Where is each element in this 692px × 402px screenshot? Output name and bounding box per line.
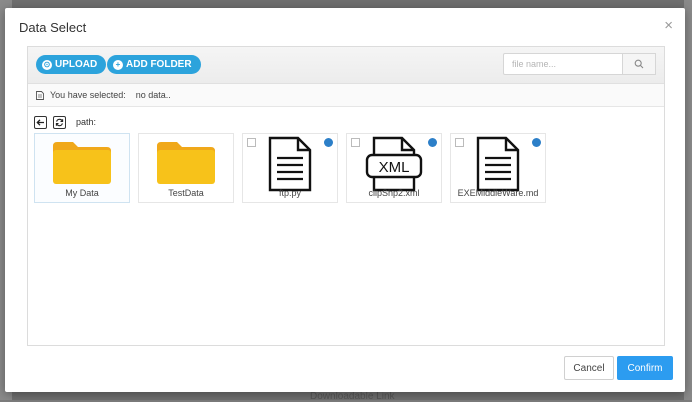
arrow-left-icon [36,118,44,126]
path-bar: path: [34,114,96,130]
plus-circle-icon: + [113,59,123,70]
cancel-button[interactable]: Cancel [564,356,614,380]
file-tile[interactable]: EXEMiddleWare.md [450,133,546,203]
background-right-panel [684,0,692,400]
tile-name: TestData [168,188,204,198]
tile-name: ftp.py [278,188,301,198]
background-link-text: Downloadable Link [310,391,395,402]
path-label: path: [76,117,97,127]
folder-icon [53,142,111,184]
upload-icon: ⊙ [42,59,52,70]
document-icon [36,90,44,100]
document-icon [476,136,520,192]
refresh-icon [55,118,64,126]
tile-name: My Data [65,188,99,198]
folder-tile[interactable]: My Data [34,133,130,203]
add-folder-button-label: ADD FOLDER [126,59,192,70]
search-icon [634,59,644,69]
file-browser-panel: ⊙ UPLOAD + ADD FOLDER file name... You h… [27,46,665,346]
data-select-dialog: Data Select × ⊙ UPLOAD + ADD FOLDER file… [5,8,685,392]
selection-label: You have selected: [50,90,126,100]
toolbar: ⊙ UPLOAD + ADD FOLDER [28,47,664,84]
upload-button[interactable]: ⊙ UPLOAD [36,55,107,74]
file-tile[interactable]: ftp.py [242,133,338,203]
selection-value: no data.. [135,90,171,100]
xml-file-icon: XML [365,136,423,192]
folder-icon [157,142,215,184]
file-tile[interactable]: XML clipShp2.xml [346,133,442,203]
close-icon[interactable]: × [664,18,673,34]
confirm-button[interactable]: Confirm [617,356,673,380]
back-button[interactable] [34,115,47,129]
tile-name: clipShp2.xml [368,188,420,198]
document-icon [268,136,312,192]
add-folder-button[interactable]: + ADD FOLDER [107,55,201,74]
refresh-button[interactable] [53,115,66,129]
upload-button-label: UPLOAD [55,59,98,70]
selection-status: You have selected: no data.. [28,84,664,107]
svg-text:XML: XML [379,159,410,176]
dialog-title: Data Select [19,20,87,35]
file-name-search-input[interactable] [503,53,623,75]
tile-name: EXEMiddleWare.md [457,188,539,198]
folder-tile[interactable]: TestData [138,133,234,203]
search-button[interactable] [623,53,656,75]
